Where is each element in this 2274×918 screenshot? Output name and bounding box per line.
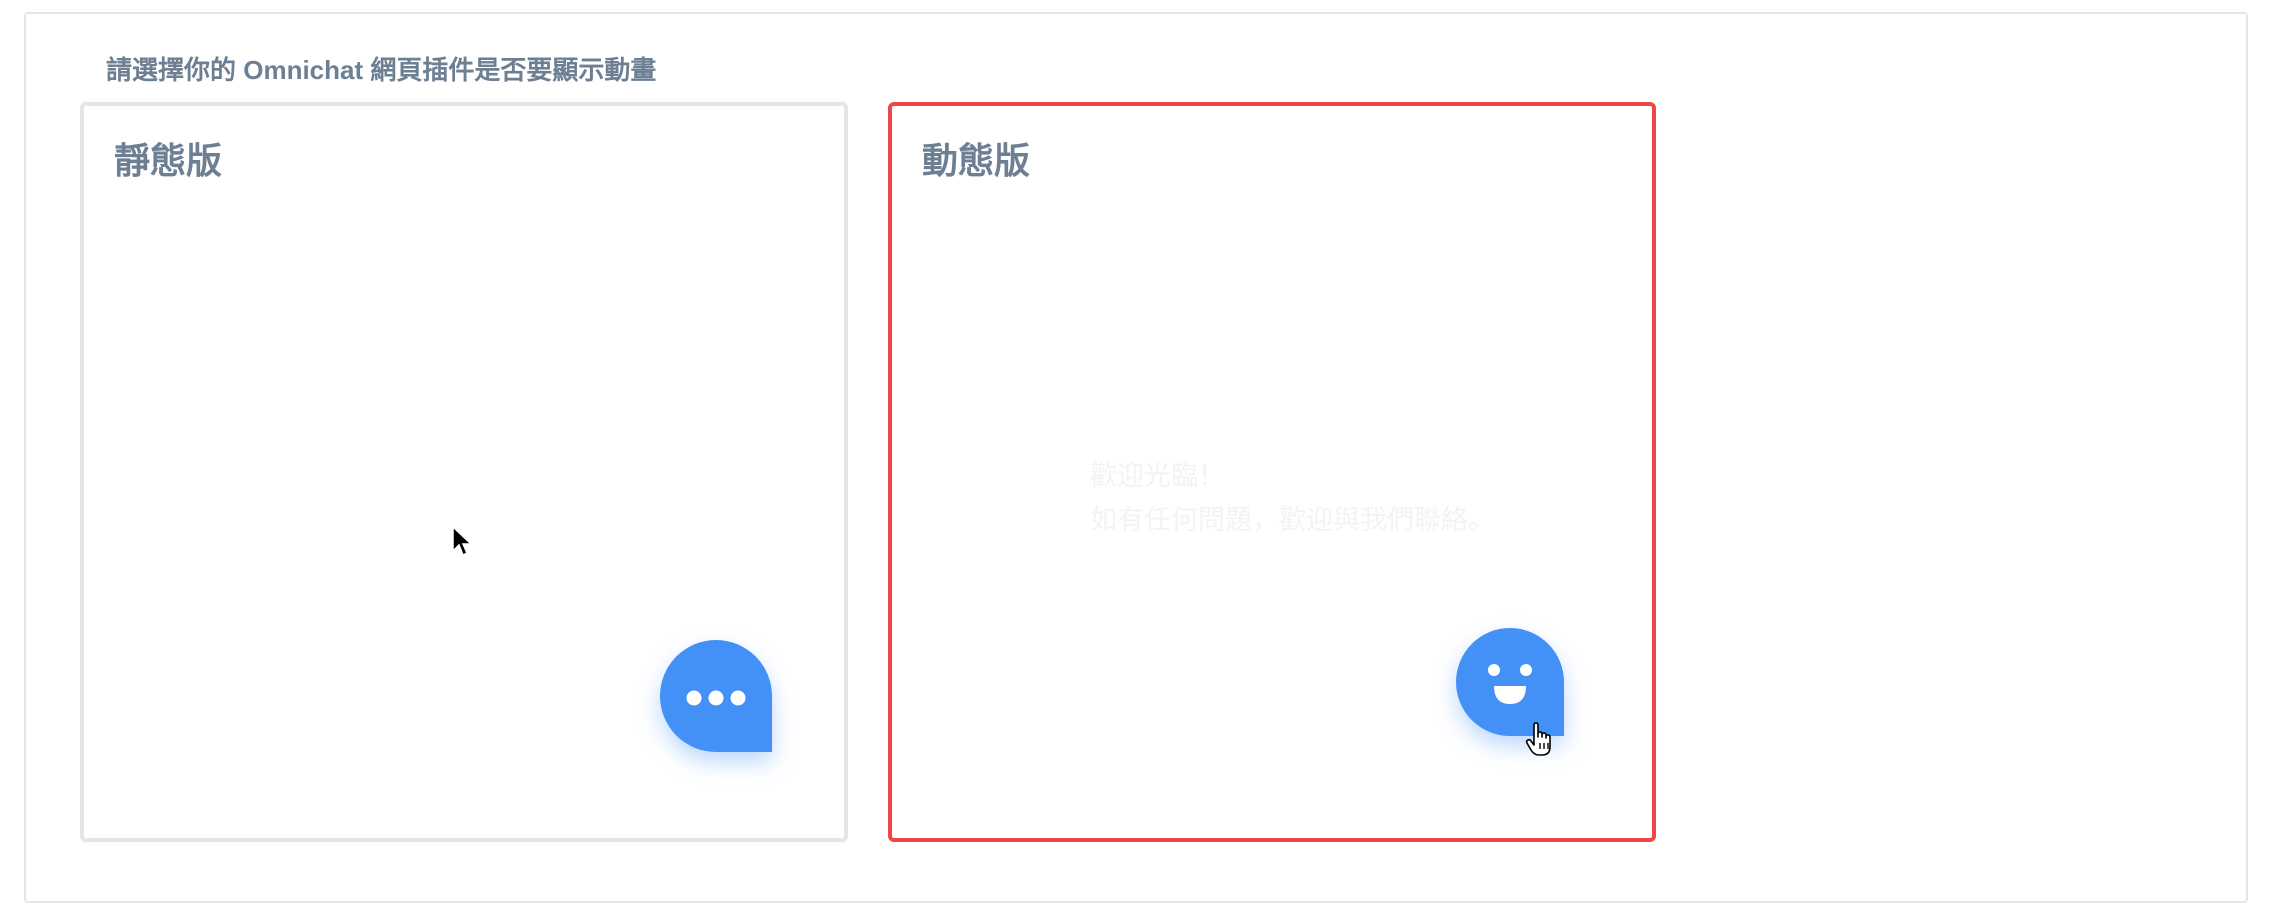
chat-dots-icon	[660, 640, 772, 752]
welcome-line-1: 歡迎光臨！	[1090, 461, 1225, 491]
option-animated-title: 動態版	[922, 140, 1031, 181]
welcome-line-2: 如有任何問題，歡迎與我們聯絡。	[1090, 505, 1495, 535]
panel-title: 請選擇你的 Omnichat 網頁插件是否要顯示動畫	[106, 55, 657, 85]
dots-glyph	[686, 690, 746, 706]
welcome-message-preview: 歡迎光臨！ 如有任何問題，歡迎與我們聯絡。	[1090, 454, 1495, 542]
option-animated-card[interactable]: 動態版 歡迎光臨！ 如有任何問題，歡迎與我們聯絡。	[888, 102, 1656, 842]
chat-smile-icon	[1456, 628, 1564, 736]
option-static-card[interactable]: 靜態版	[80, 102, 848, 842]
smile-glyph	[1488, 664, 1532, 704]
option-static-title: 靜態版	[114, 140, 223, 181]
